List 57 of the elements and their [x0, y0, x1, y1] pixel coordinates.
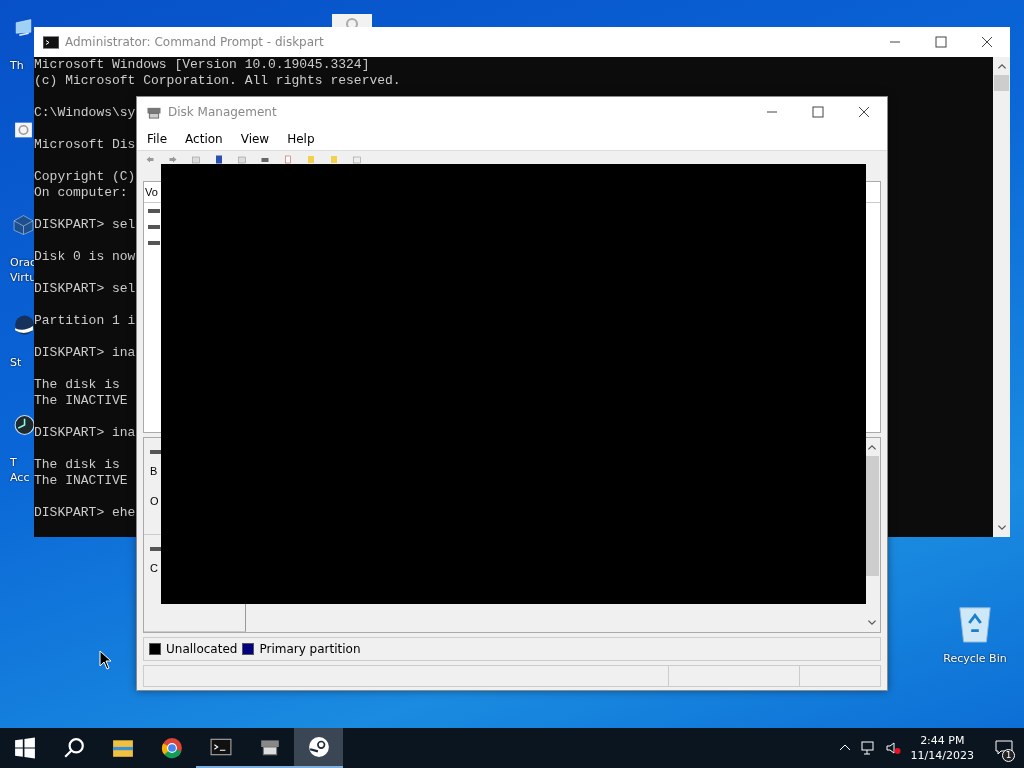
notification-count: 1: [1002, 749, 1015, 762]
icon-label: Acc: [10, 470, 30, 485]
console-line: Microsoft Windows [Version 10.0.19045.3324]: [34, 57, 370, 73]
legend-label: Unallocated: [166, 642, 238, 656]
disk-label: C: [150, 561, 158, 576]
menu-item[interactable]: Action: [175, 131, 231, 146]
search-icon: [62, 737, 85, 759]
console-line: DISKPART> ina: [34, 345, 136, 361]
volume-icon: [148, 209, 160, 213]
legend-label: Primary partition: [259, 642, 361, 656]
window-title: Administrator: Command Prompt - diskpart: [65, 35, 324, 49]
console-line: DISKPART> ina: [34, 425, 136, 441]
console-line: Microsoft Dis: [34, 137, 136, 153]
steam-icon: [307, 736, 330, 758]
icon-label: T: [10, 455, 17, 470]
icon-label: Orac: [10, 256, 36, 270]
windows-logo-icon: [13, 737, 36, 759]
taskbar-button[interactable]: [294, 728, 343, 768]
terminal-icon: [43, 35, 59, 49]
mouse-pointer-icon: [99, 650, 111, 670]
volume-icon: [148, 225, 160, 229]
terminal-icon: [209, 736, 232, 758]
console-line: DISKPART> sel: [34, 281, 136, 297]
icon-label: St: [10, 355, 22, 370]
disk-label: B: [150, 464, 158, 479]
network-icon[interactable]: [860, 741, 877, 755]
console-line: The disk is: [34, 377, 120, 393]
console-line: (c) Microsoft Corporation. All rights reserved.: [34, 73, 401, 89]
menu-item[interactable]: File: [137, 131, 176, 146]
disk-label: O: [150, 494, 159, 509]
console-line: The INACTIVE: [34, 473, 128, 489]
console-line: The INACTIVE: [34, 393, 128, 409]
browser-icon: [160, 737, 183, 759]
disk-icon: [146, 105, 162, 119]
console-line: Partition 1 i: [34, 313, 136, 329]
clock-date[interactable]: 11/14/2023: [910, 748, 974, 763]
speaker-muted-icon[interactable]: [884, 741, 901, 755]
clock-time[interactable]: 2:44 PM: [920, 733, 965, 748]
icon-label: Recycle Bin: [943, 652, 1007, 665]
console-line: DISKPART> sel: [34, 217, 136, 233]
menu-item[interactable]: View: [230, 131, 278, 146]
window-title: Disk Management: [168, 105, 277, 119]
console-line: On computer:: [34, 185, 128, 201]
menu-item[interactable]: Help: [277, 131, 323, 146]
console-line: Copyright (C): [34, 169, 136, 185]
scrollbar[interactable]: [993, 57, 1010, 537]
console-line: C:\Windows\sy: [34, 105, 136, 121]
volume-icon: [148, 241, 160, 245]
folder-icon: [111, 737, 134, 759]
column-header[interactable]: Vo: [144, 186, 158, 198]
icon-label: Th: [10, 58, 24, 73]
console-line: DISKPART> ehe: [34, 505, 136, 521]
scrollbar-thumb[interactable]: [994, 75, 1009, 91]
notification-icon[interactable]: [995, 740, 1013, 756]
console-line: Disk 0 is now: [34, 249, 136, 265]
icon-label: Virtu: [10, 270, 37, 284]
console-line: The disk is: [34, 457, 120, 473]
